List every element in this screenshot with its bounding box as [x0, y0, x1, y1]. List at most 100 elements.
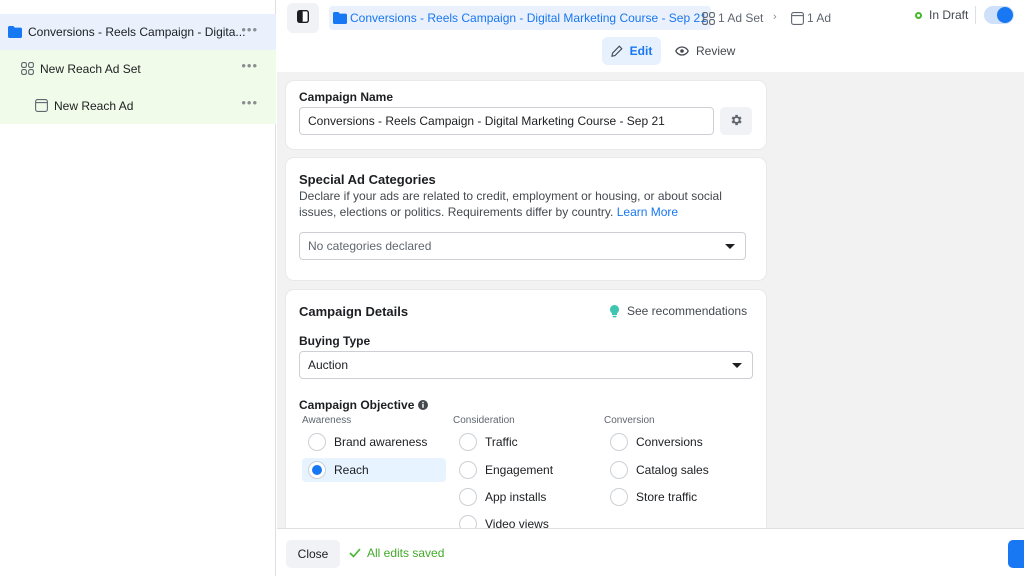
option-label: Video views [485, 517, 549, 528]
eye-icon [675, 46, 689, 56]
top-bar: Conversions - Reels Campaign - Digital M… [277, 0, 1024, 72]
tab-review-label: Review [696, 44, 736, 58]
adset-grid-icon [20, 62, 34, 76]
more-options-icon[interactable]: ••• [241, 23, 258, 36]
campaign-objective-heading: Campaign Objective [299, 398, 429, 412]
see-recommendations-label: See recommendations [627, 304, 748, 318]
tree-item-ad-label: New Reach Ad [54, 98, 134, 113]
ad-window-icon [791, 11, 804, 25]
special-ad-categories-card: Special Ad Categories Declare if your ad… [286, 158, 766, 280]
draft-status-label: In Draft [929, 8, 969, 22]
special-ad-categories-title: Special Ad Categories [299, 172, 436, 187]
campaign-details-card: Campaign Details See recommendations Buy… [286, 290, 766, 528]
objective-option-brand-awareness[interactable]: Brand awareness [308, 430, 427, 454]
option-label: Catalog sales [636, 463, 709, 477]
special-ad-categories-description: Declare if your ads are related to credi… [299, 188, 749, 220]
buying-type-select[interactable]: Auction [299, 351, 753, 379]
tree-item-campaign[interactable]: Conversions - Reels Campaign - Digita...… [0, 14, 276, 50]
objective-option-conversions[interactable]: Conversions [610, 430, 703, 454]
option-label: App installs [485, 490, 547, 504]
campaign-name-value: Conversions - Reels Campaign - Digital M… [308, 114, 665, 128]
radio-button[interactable] [610, 461, 628, 479]
status-dot-icon [915, 11, 922, 19]
campaign-objective-label: Campaign Objective [299, 398, 415, 412]
editor-footer: Close All edits saved [277, 528, 1024, 576]
buying-type-label: Buying Type [299, 334, 371, 348]
learn-more-link[interactable]: Learn More [617, 205, 678, 219]
objective-option-reach[interactable]: Reach [302, 458, 446, 482]
objective-option-store-traffic[interactable]: Store traffic [610, 485, 697, 509]
radio-button[interactable] [459, 488, 477, 506]
toggle-knob [997, 7, 1013, 23]
objective-option-engagement[interactable]: Engagement [459, 458, 553, 482]
folder-icon [8, 25, 22, 39]
campaign-name-label: Campaign Name [299, 90, 394, 104]
close-button[interactable]: Close [286, 540, 340, 568]
objective-group-conversion: Conversion [604, 415, 655, 426]
radio-button[interactable] [459, 433, 477, 451]
tree-item-campaign-label: Conversions - Reels Campaign - Digita... [28, 25, 246, 39]
see-recommendations-link[interactable]: See recommendations [610, 304, 747, 318]
special-ad-categories-placeholder: No categories declared [308, 239, 432, 253]
info-icon[interactable] [418, 400, 429, 410]
sidebar-panel-icon [296, 9, 310, 26]
folder-icon [333, 12, 347, 24]
objective-option-video-views[interactable]: Video views [459, 512, 549, 528]
ad-window-icon [34, 99, 48, 113]
tab-review[interactable]: Review [675, 37, 735, 65]
campaign-tree-sidebar: Conversions - Reels Campaign - Digita...… [0, 0, 276, 576]
campaign-on-off-toggle[interactable] [984, 6, 1014, 24]
more-options-icon[interactable]: ••• [241, 96, 258, 109]
tree-item-adset[interactable]: New Reach Ad Set ••• [0, 50, 276, 87]
divider [975, 6, 976, 24]
radio-button[interactable] [308, 433, 326, 451]
campaign-details-title: Campaign Details [299, 304, 409, 319]
campaign-name-card: Campaign Name Conversions - Reels Campai… [286, 81, 766, 149]
tree-item-ad[interactable]: New Reach Ad ••• [0, 87, 276, 124]
objective-option-catalog-sales[interactable]: Catalog sales [610, 458, 709, 482]
pencil-icon [610, 45, 623, 57]
option-label: Traffic [485, 435, 518, 449]
breadcrumb-ad-label: 1 Ad [807, 11, 832, 25]
gear-icon [729, 113, 743, 130]
draft-status: In Draft [915, 8, 968, 22]
breadcrumb-adset-label: 1 Ad Set [718, 11, 764, 25]
breadcrumb-ad[interactable]: 1 Ad [791, 11, 831, 25]
tab-edit[interactable]: Edit [602, 37, 661, 65]
chevron-right-icon: › [683, 11, 687, 23]
option-label: Engagement [485, 463, 554, 477]
tab-edit-label: Edit [629, 44, 653, 58]
more-options-icon[interactable]: ••• [241, 59, 258, 72]
caret-down-icon [725, 244, 735, 249]
option-label: Store traffic [636, 490, 698, 504]
campaign-name-input[interactable]: Conversions - Reels Campaign - Digital M… [299, 107, 714, 135]
caret-down-icon [732, 363, 742, 368]
breadcrumb-campaign[interactable]: Conversions - Reels Campaign - Digital M… [329, 6, 711, 30]
editor-main-area: Campaign Name Conversions - Reels Campai… [277, 72, 1024, 528]
buying-type-value: Auction [308, 358, 349, 372]
objective-option-app-installs[interactable]: App installs [459, 485, 546, 509]
objective-group-consideration: Consideration [453, 415, 515, 426]
radio-button-selected[interactable] [308, 461, 326, 479]
radio-button[interactable] [459, 461, 477, 479]
name-template-settings-button[interactable] [720, 107, 752, 135]
breadcrumb-campaign-label: Conversions - Reels Campaign - Digital M… [350, 11, 707, 25]
special-ad-categories-select[interactable]: No categories declared [299, 232, 746, 260]
radio-button[interactable] [459, 515, 477, 528]
adset-grid-icon [702, 11, 715, 25]
option-label: Reach [334, 463, 369, 477]
save-status-label: All edits saved [367, 546, 445, 560]
lightbulb-icon [610, 304, 619, 318]
save-status: All edits saved [349, 546, 444, 560]
objective-option-traffic[interactable]: Traffic [459, 430, 518, 454]
checkmark-icon [349, 548, 361, 558]
radio-button[interactable] [610, 488, 628, 506]
tree-item-adset-label: New Reach Ad Set [40, 61, 141, 76]
toggle-sidebar-button[interactable] [287, 3, 319, 33]
breadcrumb-adset[interactable]: 1 Ad Set [702, 11, 763, 25]
publish-button[interactable] [1008, 540, 1024, 568]
option-label: Conversions [636, 435, 703, 449]
chevron-right-icon: › [773, 11, 777, 23]
option-label: Brand awareness [334, 435, 428, 449]
radio-button[interactable] [610, 433, 628, 451]
